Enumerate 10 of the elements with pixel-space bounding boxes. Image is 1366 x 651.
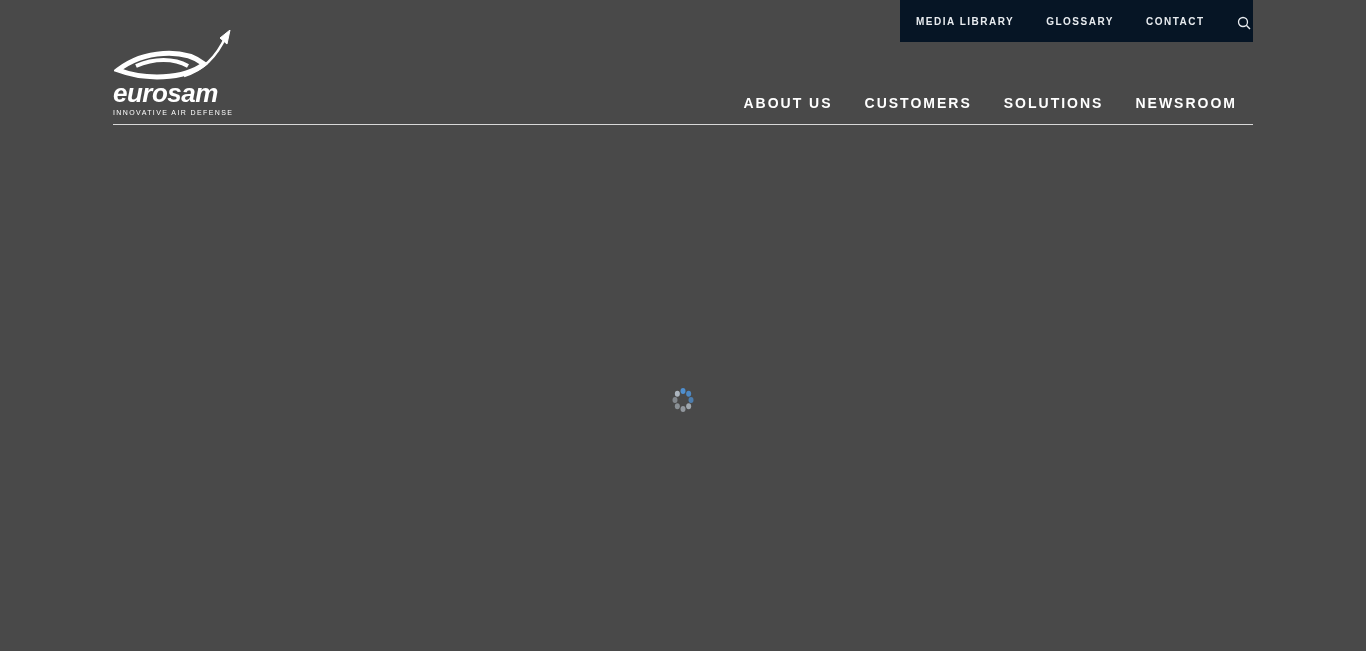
main-nav-link[interactable]: CUSTOMERS [864, 93, 972, 114]
main-nav-link[interactable]: ABOUT US [743, 93, 833, 114]
utility-link[interactable]: GLOSSARY [1046, 13, 1114, 29]
utility-link[interactable]: CONTACT [1145, 13, 1205, 29]
search-icon[interactable] [1236, 16, 1251, 30]
loading-spinner-icon [672, 387, 694, 413]
main-nav-link[interactable]: NEWSROOM [1135, 93, 1237, 114]
utility-link[interactable]: MEDIA LIBRARY [916, 13, 1015, 29]
logo-wordmark: eurosam [113, 80, 219, 106]
main-nav-link[interactable]: SOLUTIONS [1003, 93, 1104, 114]
